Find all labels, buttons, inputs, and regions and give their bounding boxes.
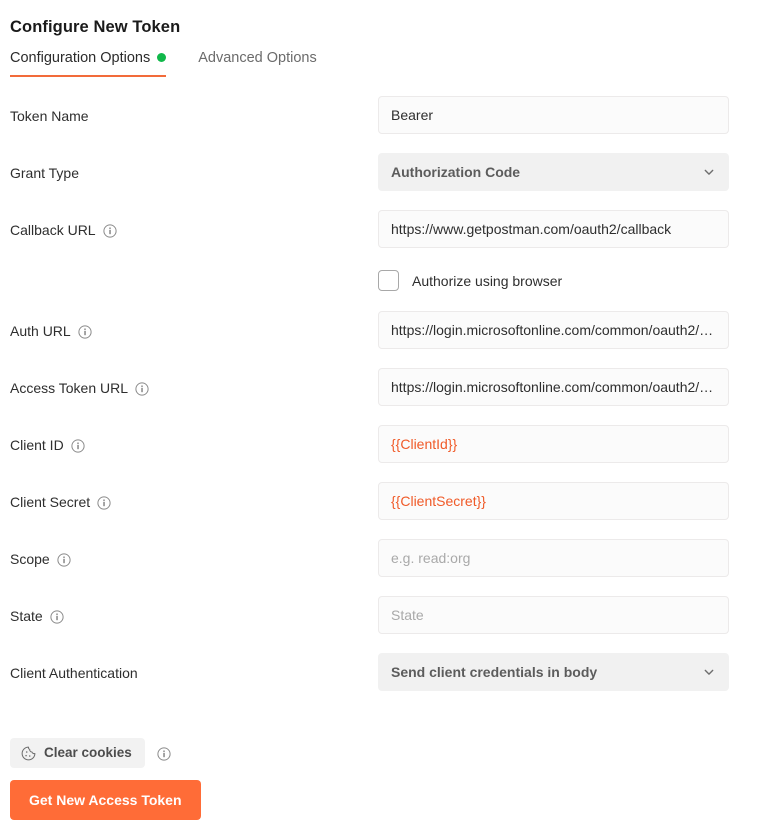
callback-url-input[interactable] (378, 210, 729, 248)
field-row-access-token-url: Access Token URL (0, 368, 763, 425)
info-icon[interactable] (50, 610, 64, 624)
label-client-id-text: Client ID (10, 436, 64, 454)
label-token-name-text: Token Name (10, 107, 89, 125)
tab-bar: Configuration Options Advanced Options (10, 50, 317, 77)
chevron-down-icon (702, 665, 716, 679)
field-row-state: State (0, 596, 763, 653)
info-icon[interactable] (97, 496, 111, 510)
info-icon[interactable] (57, 553, 71, 567)
info-icon[interactable] (135, 382, 149, 396)
token-name-input[interactable] (378, 96, 729, 134)
label-client-secret-text: Client Secret (10, 493, 90, 511)
access-token-url-input[interactable] (378, 368, 729, 406)
grant-type-select[interactable]: Authorization Code (378, 153, 729, 191)
field-row-scope: Scope (0, 539, 763, 596)
control-token-name (378, 96, 729, 134)
client-authentication-selected-value: Send client credentials in body (391, 664, 597, 680)
label-access-token-url: Access Token URL (10, 379, 149, 397)
client-id-input[interactable] (378, 425, 729, 463)
authorize-using-browser-label: Authorize using browser (412, 273, 562, 289)
token-config-form: Token Name Grant Type Authorization Code (0, 96, 763, 710)
label-grant-type-text: Grant Type (10, 164, 79, 182)
label-state-text: State (10, 607, 43, 625)
chevron-down-icon (702, 165, 716, 179)
status-dot-icon (157, 53, 166, 62)
control-access-token-url (378, 368, 729, 406)
get-new-access-token-button[interactable]: Get New Access Token (10, 780, 201, 820)
control-auth-url (378, 311, 729, 349)
checkbox-box[interactable] (378, 270, 399, 291)
tab-configuration-options[interactable]: Configuration Options (10, 50, 166, 77)
control-client-secret (378, 482, 729, 520)
label-scope: Scope (10, 550, 71, 568)
label-client-id: Client ID (10, 436, 85, 454)
info-icon[interactable] (78, 325, 92, 339)
state-input[interactable] (378, 596, 729, 634)
clear-cookies-row: Clear cookies (10, 738, 201, 768)
footer-actions: Clear cookies Get New Access Token (10, 738, 201, 820)
authorize-using-browser-checkbox[interactable]: Authorize using browser (378, 270, 562, 291)
label-client-authentication: Client Authentication (10, 664, 138, 682)
control-client-authentication: Send client credentials in body (378, 653, 729, 691)
field-row-grant-type: Grant Type Authorization Code (0, 153, 763, 210)
tab-advanced-options-label: Advanced Options (198, 50, 317, 66)
field-row-client-id: Client ID (0, 425, 763, 482)
control-scope (378, 539, 729, 577)
info-icon[interactable] (157, 747, 171, 761)
label-client-secret: Client Secret (10, 493, 111, 511)
cookie-icon (21, 746, 36, 761)
label-grant-type: Grant Type (10, 164, 79, 182)
label-callback-url: Callback URL (10, 221, 117, 239)
grant-type-selected-value: Authorization Code (391, 164, 520, 180)
clear-cookies-label: Clear cookies (44, 745, 132, 761)
label-auth-url: Auth URL (10, 322, 92, 340)
clear-cookies-button[interactable]: Clear cookies (10, 738, 145, 768)
field-row-authorize-using-browser: Authorize using browser (0, 267, 763, 311)
tab-active-underline (10, 75, 166, 77)
scope-input[interactable] (378, 539, 729, 577)
info-icon[interactable] (71, 439, 85, 453)
control-callback-url (378, 210, 729, 248)
label-callback-url-text: Callback URL (10, 221, 96, 239)
control-grant-type: Authorization Code (378, 153, 729, 191)
client-authentication-select[interactable]: Send client credentials in body (378, 653, 729, 691)
info-icon[interactable] (103, 224, 117, 238)
label-client-authentication-text: Client Authentication (10, 664, 138, 682)
tab-advanced-options[interactable]: Advanced Options (198, 50, 317, 77)
control-state (378, 596, 729, 634)
label-state: State (10, 607, 64, 625)
label-access-token-url-text: Access Token URL (10, 379, 128, 397)
label-token-name: Token Name (10, 107, 89, 125)
control-client-id (378, 425, 729, 463)
field-row-client-secret: Client Secret (0, 482, 763, 539)
field-row-client-authentication: Client Authentication Send client creden… (0, 653, 763, 710)
configure-new-token-panel: Configure New Token Configuration Option… (0, 0, 763, 828)
client-secret-input[interactable] (378, 482, 729, 520)
label-scope-text: Scope (10, 550, 50, 568)
auth-url-input[interactable] (378, 311, 729, 349)
field-row-auth-url: Auth URL (0, 311, 763, 368)
tab-configuration-options-label: Configuration Options (10, 50, 150, 66)
page-title: Configure New Token (10, 18, 180, 37)
field-row-token-name: Token Name (0, 96, 763, 153)
label-auth-url-text: Auth URL (10, 322, 71, 340)
field-row-callback-url: Callback URL (0, 210, 763, 267)
